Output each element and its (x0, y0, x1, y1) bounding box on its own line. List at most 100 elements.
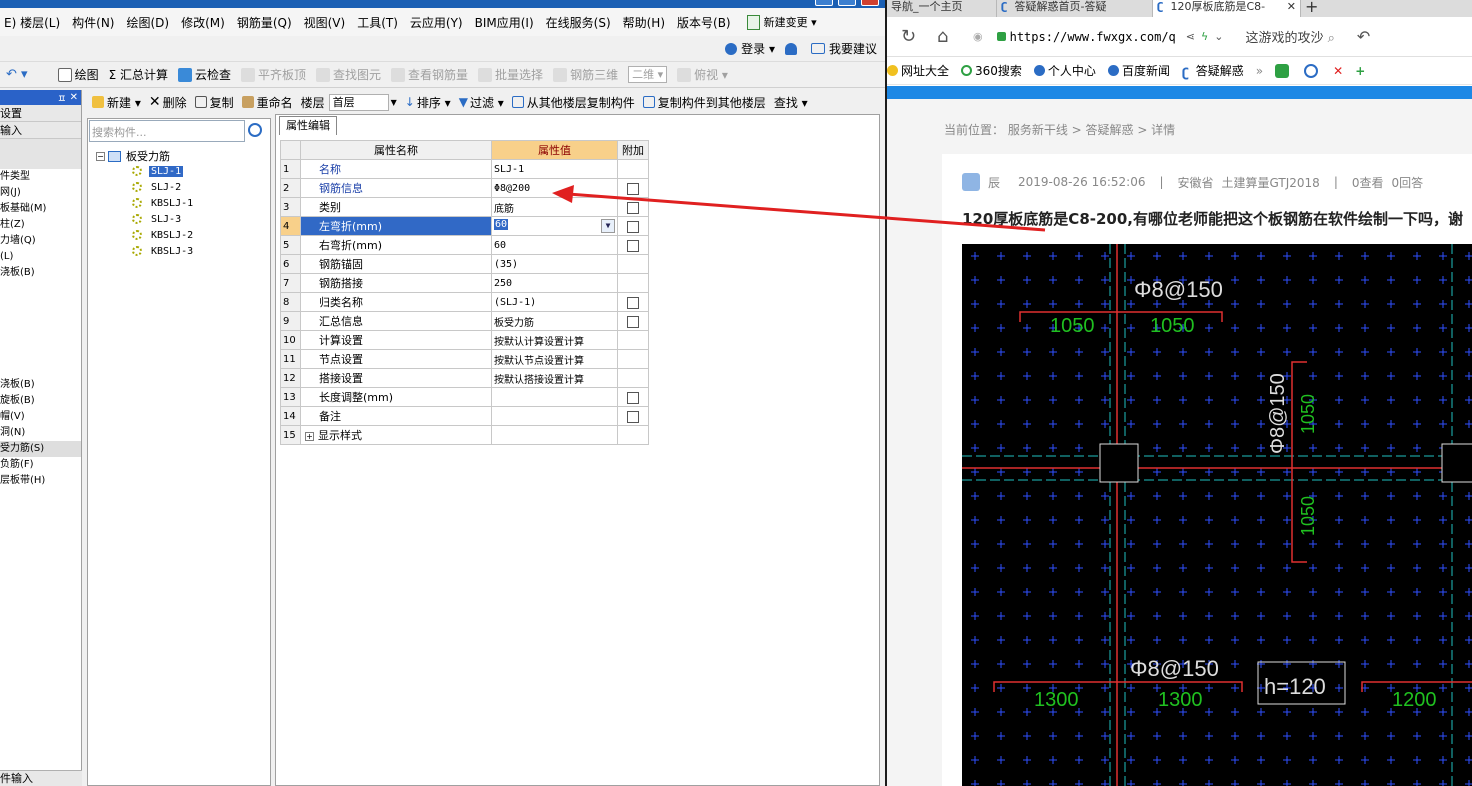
close-icon[interactable]: ✕ (70, 92, 78, 103)
maximize-button[interactable] (838, 0, 856, 6)
menu-draw[interactable]: 绘图(D) (126, 14, 169, 31)
nav-section-settings[interactable]: 设置 (0, 105, 81, 122)
draw-button[interactable]: 绘图 (57, 66, 99, 83)
menu-view[interactable]: 视图(V) (304, 14, 346, 31)
add-extension-icon[interactable]: + (1355, 64, 1365, 78)
property-value[interactable]: 60 (491, 235, 618, 255)
undo-button[interactable]: ↶ ▾ (6, 67, 28, 82)
tree-root[interactable]: − 板受力筋 (96, 148, 170, 164)
tree-item-kbslj-1[interactable]: KBSLJ-1 (132, 195, 195, 211)
delete-button[interactable]: ✕ 删除 (149, 94, 187, 111)
property-value[interactable] (491, 406, 618, 426)
nav-item[interactable]: 层板带(H) (0, 473, 81, 489)
lightning-icon[interactable]: ϟ (1201, 30, 1208, 43)
property-value[interactable]: (SLJ-1) (491, 292, 618, 312)
home-icon[interactable]: ⌂ (937, 26, 959, 47)
minimize-button[interactable] (815, 0, 833, 6)
extra-checkbox[interactable] (627, 296, 639, 309)
tree-item-slj-3[interactable]: SLJ-3 (132, 211, 183, 227)
nav-item[interactable]: 帽(V) (0, 409, 81, 425)
property-row[interactable]: 5 右弯折(mm) 60 (280, 235, 649, 255)
menu-cloud[interactable]: 云应用(Y) (410, 14, 463, 31)
menu-online[interactable]: 在线服务(S) (546, 14, 611, 31)
copy-to-floor-button[interactable]: 复制构件到其他楼层 (642, 94, 766, 111)
copy-button[interactable]: 复制 (194, 94, 234, 111)
bookmark-item[interactable]: 百度新闻 (1107, 62, 1170, 79)
property-value[interactable]: 按默认计算设置计算 (491, 330, 618, 350)
property-value[interactable]: SLJ-1 (491, 159, 618, 179)
bookmark-item[interactable]: 个人中心 (1033, 62, 1096, 79)
back-icon[interactable]: ↶ (1357, 27, 1370, 46)
share-icon[interactable]: ⋖ (1186, 30, 1195, 43)
reload-icon[interactable]: ↻ (901, 26, 923, 47)
tree-item-slj-1[interactable]: SLJ-1 (132, 163, 184, 179)
property-row[interactable]: 15 + 显示样式 (280, 425, 649, 445)
tree-item-kbslj-2[interactable]: KBSLJ-2 (132, 227, 195, 243)
search-icon[interactable]: ⌕ (1328, 31, 1335, 46)
floor-selector[interactable]: 楼层 首层 ▼ (301, 93, 397, 111)
browser-tab[interactable]: 导航_一个主页 (887, 0, 997, 17)
bookmark-item[interactable]: 网址大全 (887, 62, 949, 79)
sum-calc-button[interactable]: Σ 汇总计算 (109, 66, 168, 83)
nav-item-slab-rebar[interactable]: 受力筋(S) (0, 441, 81, 457)
property-value[interactable]: 250 (491, 273, 618, 293)
copy-from-floor-button[interactable]: 从其他楼层复制构件 (511, 94, 635, 111)
rebar-3d-button[interactable]: 钢筋三维 (553, 66, 618, 83)
close-button[interactable] (861, 0, 879, 6)
property-row[interactable]: 8 归类名称 (SLJ-1) (280, 292, 649, 312)
bookmark-item[interactable]: ʗ 答疑解惑 (1182, 62, 1244, 80)
property-row[interactable]: 11 节点设置 按默认节点设置计算 (280, 349, 649, 369)
view-rebar-button[interactable]: 查看钢筋量 (391, 66, 468, 83)
menu-floor[interactable]: E) 楼层(L) (4, 14, 60, 31)
menu-tools[interactable]: 工具(T) (357, 14, 398, 31)
property-row[interactable]: 14 备注 (280, 406, 649, 426)
browser-tab[interactable]: ʗ 答疑解惑首页-答疑 (997, 0, 1153, 17)
pin-icon[interactable]: ㅍ (57, 90, 66, 105)
login-button[interactable]: 登录 ▾ (725, 40, 775, 57)
property-value[interactable]: (35) (491, 254, 618, 274)
property-value[interactable]: Φ8@200 (491, 178, 618, 198)
nav-item[interactable]: 板基础(M) (0, 201, 81, 217)
property-row[interactable]: 2 钢筋信息 Φ8@200 (280, 178, 649, 198)
floor-value[interactable]: 首层 (328, 93, 389, 111)
browser-tab-active[interactable]: ʗ 120厚板底筋是C8- ✕ (1153, 0, 1301, 17)
find-button[interactable]: 查找 ▾ (774, 94, 808, 111)
new-change-button[interactable]: 新建变更 ▾ (746, 14, 817, 30)
component-search-input[interactable]: 搜索构件... (89, 120, 245, 142)
property-row[interactable]: 7 钢筋搭接 250 (280, 273, 649, 293)
bookmark-item[interactable]: 360搜索 (961, 62, 1022, 79)
extra-checkbox[interactable] (627, 201, 639, 214)
flush-top-button[interactable]: 平齐板顶 (241, 66, 306, 83)
property-value[interactable]: 按默认节点设置计算 (491, 349, 618, 369)
url-field[interactable]: https://www.fwxgx.com/q (996, 30, 1176, 44)
nav-item[interactable]: 洞(N) (0, 425, 81, 441)
tree-item-kbslj-3[interactable]: KBSLJ-3 (132, 243, 195, 259)
scissors-icon[interactable]: ✕ (1333, 64, 1343, 78)
property-value[interactable]: 底筋 (491, 197, 618, 217)
nav-item[interactable]: 网(J) (0, 185, 81, 201)
question-user[interactable]: 辰 (988, 174, 1000, 191)
nav-section-input[interactable]: 输入 (0, 122, 81, 139)
view-2d-combo[interactable]: 二维 ▾ (628, 66, 668, 83)
property-value[interactable]: 板受力筋 (491, 311, 618, 331)
bell-button[interactable] (784, 42, 801, 55)
property-row[interactable]: 6 钢筋锚固 (35) (280, 254, 649, 274)
nav-item[interactable]: 负筋(F) (0, 457, 81, 473)
extra-checkbox[interactable] (627, 182, 639, 195)
tree-item-slj-2[interactable]: SLJ-2 (132, 179, 183, 195)
expand-icon[interactable]: + (305, 432, 314, 441)
cad-drawing-image[interactable]: Φ8@150 1050 1050 Φ8@150 1050 1050 Φ8@150… (962, 244, 1472, 786)
menu-component[interactable]: 构件(N) (72, 14, 114, 31)
top-view-button[interactable]: 俯视 ▾ (677, 66, 728, 83)
property-row[interactable]: 10 计算设置 按默认计算设置计算 (280, 330, 649, 350)
new-component-button[interactable]: 新建 ▾ (92, 94, 141, 111)
nav-item[interactable]: (L) (0, 249, 81, 265)
property-value[interactable] (491, 387, 618, 407)
cloud-check-button[interactable]: 云检查 (177, 66, 231, 83)
menu-bim[interactable]: BIM应用(I) (475, 14, 534, 31)
menu-rebar-qty[interactable]: 钢筋量(Q) (237, 14, 292, 31)
nav-item[interactable]: 柱(Z) (0, 217, 81, 233)
nav-item[interactable]: 件类型 (0, 169, 81, 185)
suggest-button[interactable]: 我要建议 (810, 40, 877, 57)
extra-checkbox[interactable] (627, 220, 639, 233)
